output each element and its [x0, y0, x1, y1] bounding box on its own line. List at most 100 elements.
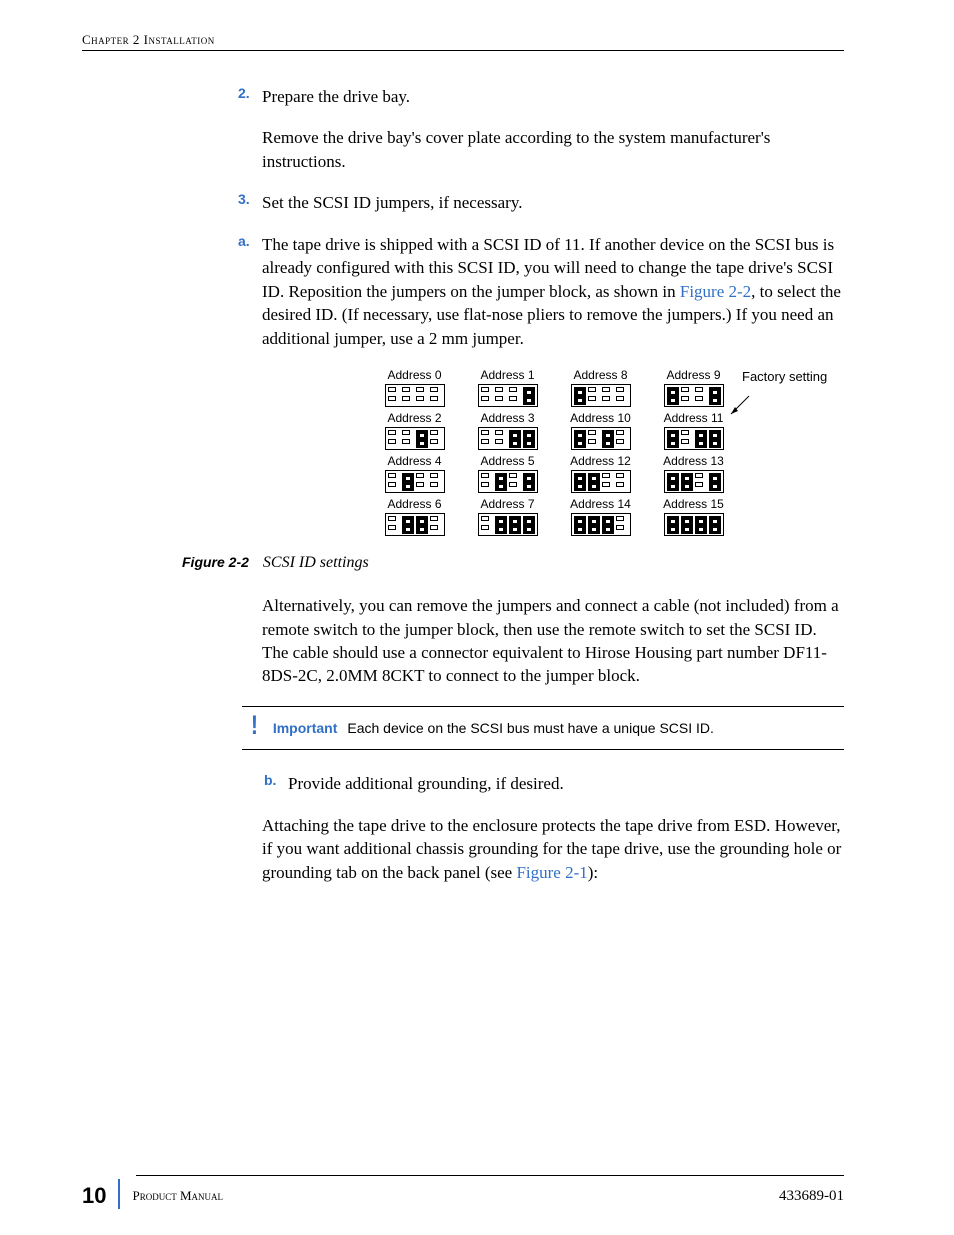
address-label: Address 4: [387, 454, 441, 468]
address-cell: Address 10: [558, 411, 643, 450]
jumper-on: [695, 430, 707, 448]
jumper-pin: [616, 525, 624, 530]
jumper-pin: [616, 439, 624, 444]
jumper-block: [571, 470, 631, 493]
address-cell: Address 6: [372, 497, 457, 536]
jumper-pin: [388, 482, 396, 487]
jumper-pin: [495, 387, 503, 392]
jumper-block: [571, 427, 631, 450]
jumper-on: [574, 430, 586, 448]
jumper-on: [509, 516, 521, 534]
address-label: Address 3: [480, 411, 534, 425]
address-cell: Address 4: [372, 454, 457, 493]
jumper-pin: [416, 482, 424, 487]
jumper-block: [664, 427, 724, 450]
jumper-pin: [481, 430, 489, 435]
step-3b-number: b.: [264, 772, 276, 788]
figure-caption-num: Figure 2-2: [182, 554, 249, 570]
jumper-on: [574, 473, 586, 491]
jumper-on: [574, 516, 586, 534]
jumper-pin: [416, 396, 424, 401]
address-cell: Address 2: [372, 411, 457, 450]
jumper-pin: [388, 387, 396, 392]
jumper-pin: [481, 439, 489, 444]
jumper-block: [385, 427, 445, 450]
jumper-pin: [495, 439, 503, 444]
jumper-pin: [430, 482, 438, 487]
jumper-pin: [681, 396, 689, 401]
jumper-pin: [481, 473, 489, 478]
important-word: Important: [273, 720, 338, 736]
figure-2-1-link[interactable]: Figure 2-1: [516, 863, 587, 882]
footer-rule: [136, 1175, 844, 1176]
address-cell: Address 8: [558, 368, 643, 407]
jumper-pin: [695, 396, 703, 401]
step-2-p1: Remove the drive bay's cover plate accor…: [262, 126, 844, 173]
callout-rule-bottom: [242, 749, 844, 750]
jumper-on: [667, 516, 679, 534]
jumper-on: [709, 516, 721, 534]
jumper-on: [523, 430, 535, 448]
jumper-on: [602, 516, 614, 534]
figure-2-2: Factory setting Address 0Address 1Addres…: [262, 368, 844, 536]
jumper-on: [402, 473, 414, 491]
jumper-pin: [616, 473, 624, 478]
jumper-on: [509, 430, 521, 448]
jumper-pin: [388, 439, 396, 444]
jumper-on: [602, 430, 614, 448]
jumper-on: [416, 516, 428, 534]
jumper-pin: [416, 473, 424, 478]
jumper-on: [709, 430, 721, 448]
jumper-block: [478, 470, 538, 493]
jumper-on: [416, 430, 428, 448]
running-header: Chapter 2 Installation: [82, 32, 844, 48]
jumper-pin: [481, 525, 489, 530]
jumper-pin: [588, 396, 596, 401]
jumper-block: [664, 384, 724, 407]
jumper-pin: [430, 516, 438, 521]
page-number: 10: [82, 1183, 106, 1209]
jumper-block: [664, 470, 724, 493]
jumper-on: [523, 473, 535, 491]
jumper-pin: [616, 516, 624, 521]
jumper-block: [478, 384, 538, 407]
jumper-on: [709, 387, 721, 405]
jumper-pin: [430, 396, 438, 401]
jumper-on: [495, 473, 507, 491]
address-label: Address 13: [663, 454, 724, 468]
jumper-pin: [509, 387, 517, 392]
jumper-pin: [602, 482, 610, 487]
step-3-alt-para: Alternatively, you can remove the jumper…: [262, 594, 844, 688]
jumper-pin: [588, 387, 596, 392]
figure-2-2-link[interactable]: Figure 2-2: [680, 282, 751, 301]
factory-setting-arrow-icon: [727, 394, 755, 422]
jumper-pin: [616, 430, 624, 435]
jumper-pin: [616, 482, 624, 487]
scsi-id-diagram: Factory setting Address 0Address 1Addres…: [372, 368, 844, 536]
jumper-pin: [430, 387, 438, 392]
jumper-pin: [681, 439, 689, 444]
address-label: Address 9: [666, 368, 720, 382]
important-message: Each device on the SCSI bus must have a …: [347, 720, 714, 736]
jumper-pin: [430, 473, 438, 478]
jumper-on: [402, 516, 414, 534]
important-callout: ! Important Each device on the SCSI bus …: [242, 706, 844, 750]
step-3-title: Set the SCSI ID jumpers, if necessary.: [262, 191, 844, 214]
address-cell: Address 12: [558, 454, 643, 493]
step-3a-number: a.: [238, 233, 250, 249]
jumper-on: [667, 473, 679, 491]
jumper-pin: [416, 387, 424, 392]
address-cell: Address 0: [372, 368, 457, 407]
jumper-on: [681, 473, 693, 491]
jumper-pin: [588, 439, 596, 444]
address-cell: Address 11: [651, 411, 736, 450]
step-3b-title: Provide additional grounding, if desired…: [288, 772, 844, 795]
page-footer: 10 Product Manual 433689-01: [82, 1183, 844, 1209]
address-label: Address 5: [480, 454, 534, 468]
address-cell: Address 1: [465, 368, 550, 407]
step-3b: b. Provide additional grounding, if desi…: [288, 772, 844, 795]
step-3-number: 3.: [238, 191, 250, 207]
address-label: Address 2: [387, 411, 441, 425]
important-bang-icon: !: [248, 717, 261, 739]
jumper-pin: [402, 396, 410, 401]
